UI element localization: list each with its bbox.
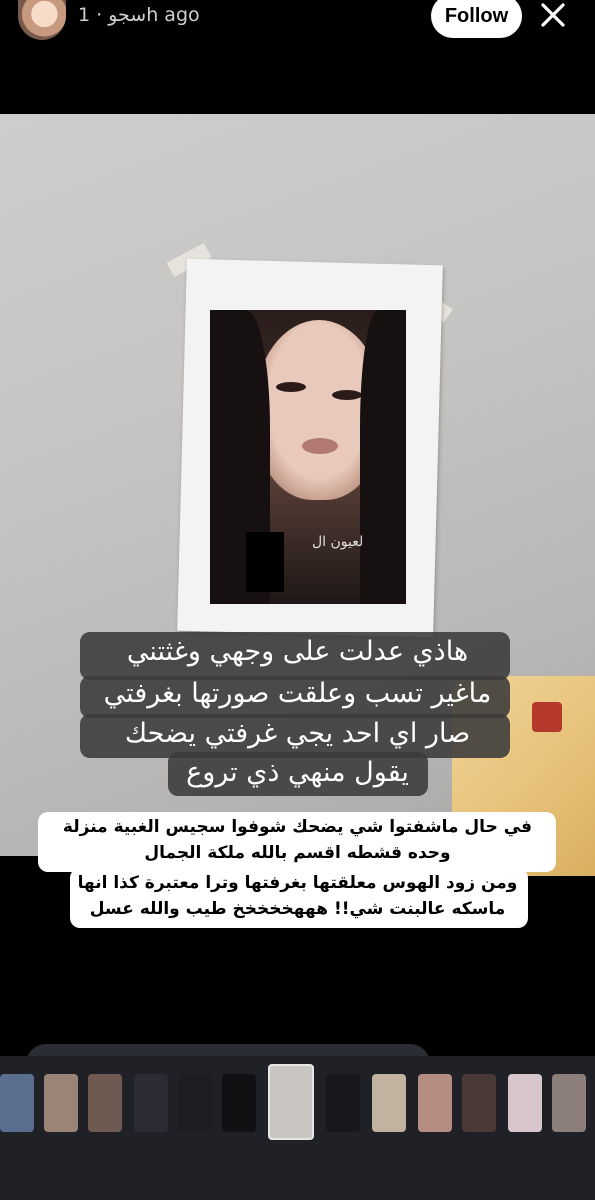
story-thumbnail[interactable] (418, 1074, 452, 1132)
comment-line-4: ماسكه عالبنت شي!! هههخخخخخ طيب والله عسل (89, 899, 506, 919)
story-thumbnail-active[interactable] (268, 1064, 314, 1140)
story-thumbnail[interactable] (178, 1074, 212, 1132)
story-thumbnail[interactable] (222, 1074, 256, 1132)
story-thumbnail[interactable] (508, 1074, 542, 1132)
photo-watermark: لعيون ال (312, 534, 364, 550)
story-thumbnail[interactable] (326, 1074, 360, 1132)
hair (360, 310, 406, 604)
story-thumbnail[interactable] (462, 1074, 496, 1132)
caption-line-2: ماغير تسب وعلقت صورتها بغرفتي (103, 678, 492, 709)
comment-line-3: ومن زود الهوس معلقتها بغرفتها وترا معتبر… (77, 873, 518, 893)
story-header: سجو · 1h ago Follow (0, 0, 595, 50)
comment-line-1: في حال ماشفتوا شي يضحك شوفوا سجيس الغبية… (62, 817, 533, 837)
story-thumbnail[interactable] (88, 1074, 122, 1132)
censor-block (246, 532, 284, 592)
close-icon[interactable] (536, 0, 570, 32)
caption-line-4: يقول منهي ذي تروع (186, 757, 409, 788)
story-thumbnail[interactable] (552, 1074, 586, 1132)
story-thumbnail[interactable] (0, 1074, 34, 1132)
avatar[interactable] (18, 0, 66, 40)
story-thumbnail[interactable] (44, 1074, 78, 1132)
story-meta: سجو · 1h ago (78, 4, 200, 26)
eye (276, 382, 306, 392)
caption-line-3: صار اي احد يجي غرفتي يضحك (124, 718, 471, 749)
follow-button[interactable]: Follow (431, 0, 522, 38)
eye (332, 390, 362, 400)
caption-line-1: هاذي عدلت على وجهي وغثتني (126, 636, 469, 667)
story-thumbnail[interactable] (372, 1074, 406, 1132)
printed-photo (210, 310, 406, 604)
lips (302, 438, 338, 454)
story-thumbnail[interactable] (134, 1074, 168, 1132)
comment-line-2: وحده قشطه اقسم بالله ملكة الجمال (144, 843, 451, 863)
